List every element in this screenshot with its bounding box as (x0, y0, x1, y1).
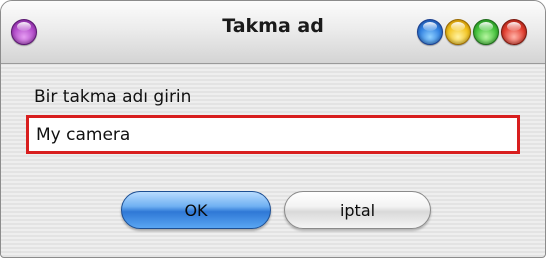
nickname-input[interactable] (33, 123, 516, 147)
titlebar: Takma ad (1, 1, 545, 64)
blue-orb-icon[interactable] (417, 19, 443, 45)
nickname-field-frame (26, 115, 520, 154)
cancel-button-label: iptal (339, 200, 376, 220)
green-orb-icon[interactable] (473, 19, 499, 45)
ok-button[interactable]: OK (121, 191, 271, 229)
prompt-label: Bir takma adı girin (34, 87, 192, 107)
yellow-orb-icon[interactable] (445, 19, 471, 45)
cancel-button[interactable]: iptal (284, 191, 431, 229)
nickname-dialog: Takma ad Bir takma adı girin OK iptal (0, 0, 546, 258)
ok-button-label: OK (184, 200, 208, 220)
red-orb-icon[interactable] (501, 19, 527, 45)
